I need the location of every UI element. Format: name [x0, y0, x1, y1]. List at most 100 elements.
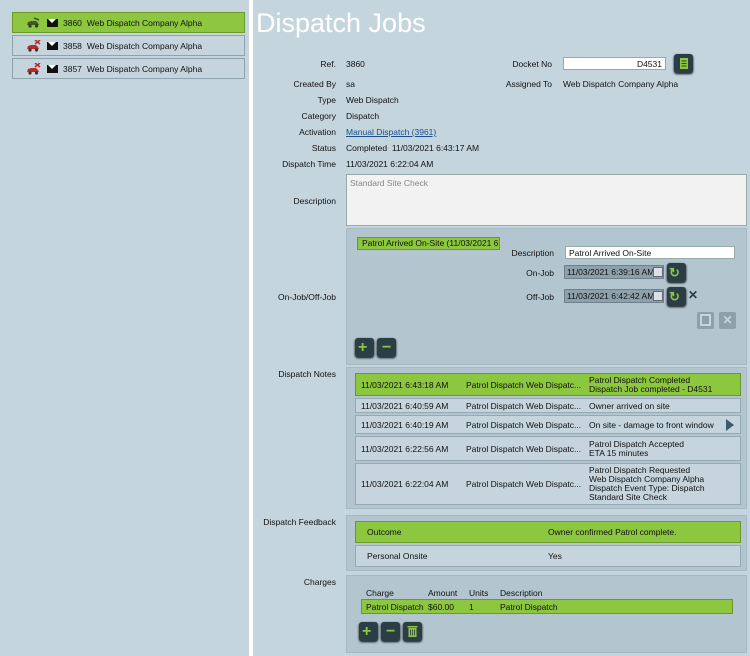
job-list-item[interactable]: 3857 Web Dispatch Company Alpha [12, 58, 245, 79]
charge-units: 1 [469, 602, 474, 612]
charges-header-amount: Amount [428, 588, 458, 598]
offjob-label: Off-Job [526, 292, 554, 302]
job-name: Web Dispatch Company Alpha [86, 63, 203, 74]
dispatch-time-label: Dispatch Time [282, 159, 336, 169]
envelope-icon [47, 41, 58, 50]
job-name: Web Dispatch Company Alpha [86, 17, 203, 28]
trash-icon [407, 626, 418, 637]
type-value: Web Dispatch [346, 95, 399, 105]
note-row[interactable]: 11/03/2021 6:40:19 AM Patrol Dispatch We… [355, 415, 741, 434]
envelope-icon [47, 18, 58, 27]
job-number: 3860 [63, 17, 82, 28]
docket-label: Docket No [512, 59, 552, 69]
description-textarea[interactable]: Standard Site Check [346, 174, 747, 226]
envelope-icon [47, 64, 58, 73]
type-label: Type [317, 95, 336, 105]
on-off-job-item[interactable]: Patrol Arrived On-Site (11/03/2021 6 [357, 237, 500, 250]
feedback-value: Owner confirmed Patrol complete. [548, 527, 677, 537]
note-row[interactable]: 11/03/2021 6:22:56 AM Patrol Dispatch We… [355, 436, 741, 461]
car-cancelled-icon [25, 38, 41, 52]
job-number: 3857 [63, 63, 82, 74]
charges-header-description: Description [500, 588, 543, 598]
note-text: ETA 15 minutes [589, 448, 649, 458]
dispatch-notes-label: Dispatch Notes [278, 369, 336, 379]
charges-panel [346, 575, 747, 653]
note-row[interactable]: 11/03/2021 6:43:18 AM Patrol Dispatch We… [355, 373, 741, 396]
clear-icon[interactable]: ✕ [688, 288, 698, 302]
onjob-label: On-Job [526, 268, 554, 278]
add-button[interactable]: + [355, 338, 374, 357]
car-cancelled-icon [25, 61, 41, 75]
delete-charge-button[interactable] [403, 622, 422, 641]
onjob-datetime-field[interactable]: 11/03/2021 6:39:16 AM [564, 265, 664, 279]
ref-label: Ref. [320, 59, 336, 69]
activation-link[interactable]: Manual Dispatch (3961) [346, 127, 436, 137]
onjob-description-field[interactable]: Patrol Arrived On-Site [565, 246, 735, 259]
expand-arrow-icon[interactable] [726, 419, 734, 431]
plus-icon: + [358, 339, 368, 356]
description-label: Description [293, 196, 336, 206]
car-icon [25, 16, 41, 29]
on-off-job-label: On-Job/Off-Job [278, 292, 336, 302]
note-author: Patrol Dispatch Web Dispatc... [466, 444, 582, 454]
document-icon [680, 58, 688, 69]
job-list: 3860 Web Dispatch Company Alpha 3858 Web… [0, 0, 249, 656]
feedback-key: Outcome [367, 527, 402, 537]
docket-document-button[interactable] [674, 54, 693, 73]
save-icon [700, 314, 711, 326]
note-time: 11/03/2021 6:22:04 AM [361, 479, 449, 489]
job-list-item[interactable]: 3860 Web Dispatch Company Alpha [12, 12, 245, 33]
status-label: Status [311, 143, 336, 153]
note-author: Patrol Dispatch Web Dispatc... [466, 380, 582, 390]
minus-icon: − [386, 623, 396, 640]
note-text: Dispatch Job completed - D4531 [589, 384, 713, 394]
note-time: 11/03/2021 6:40:59 AM [361, 401, 449, 411]
note-time: 11/03/2021 6:40:19 AM [361, 420, 449, 430]
note-author: Patrol Dispatch Web Dispatc... [466, 479, 582, 489]
clock-arrow-icon: ↻ [669, 265, 680, 280]
docket-field[interactable]: D4531 [563, 57, 666, 70]
note-time: 11/03/2021 6:43:18 AM [361, 380, 449, 390]
save-disabled-button[interactable] [697, 312, 714, 329]
note-row[interactable]: 11/03/2021 6:22:04 AM Patrol Dispatch We… [355, 463, 741, 505]
job-list-item[interactable]: 3858 Web Dispatch Company Alpha [12, 35, 245, 56]
charges-header-units: Units [469, 588, 489, 598]
charge-row[interactable]: Patrol Dispatch $60.00 1 Patrol Dispatch [361, 599, 733, 614]
assigned-to-value: Web Dispatch Company Alpha [563, 79, 679, 89]
dispatch-time-value: 11/03/2021 6:22:04 AM [346, 159, 434, 169]
job-number: 3858 [63, 40, 82, 51]
status-value: Completed 11/03/2021 6:43:17 AM [346, 143, 480, 153]
offjob-datetime-field[interactable]: 11/03/2021 6:42:42 AM [564, 289, 664, 303]
note-author: Patrol Dispatch Web Dispatc... [466, 420, 582, 430]
remove-button[interactable]: − [377, 338, 396, 357]
charge-name: Patrol Dispatch [366, 602, 424, 612]
note-text: Standard Site Check [589, 492, 667, 502]
set-now-button[interactable]: ↻ [667, 287, 686, 306]
add-charge-button[interactable]: + [359, 622, 378, 641]
created-by-label: Created By [293, 79, 336, 89]
remove-charge-button[interactable]: − [381, 622, 400, 641]
calendar-icon[interactable] [653, 267, 663, 277]
assigned-to-label: Assigned To [505, 79, 552, 89]
note-text: On site - damage to front window [589, 420, 714, 430]
feedback-row[interactable]: Personal Onsite Yes [355, 545, 741, 567]
feedback-row[interactable]: Outcome Owner confirmed Patrol complete. [355, 521, 741, 543]
set-now-button[interactable]: ↻ [667, 263, 686, 282]
note-time: 11/03/2021 6:22:56 AM [361, 444, 449, 454]
minus-icon: − [382, 339, 392, 356]
page-title: Dispatch Jobs [256, 8, 426, 38]
note-text: Owner arrived on site [589, 401, 670, 411]
category-label: Category [301, 111, 337, 121]
feedback-value: Yes [548, 551, 562, 561]
note-author: Patrol Dispatch Web Dispatc... [466, 401, 582, 411]
cancel-disabled-button[interactable]: ✕ [719, 312, 736, 329]
onjob-description-label: Description [511, 248, 554, 258]
created-by-value: sa [346, 79, 355, 89]
feedback-key: Personal Onsite [367, 551, 428, 561]
charge-amount: $60.00 [428, 602, 454, 612]
calendar-icon[interactable] [653, 291, 663, 301]
category-value: Dispatch [346, 111, 380, 121]
note-row[interactable]: 11/03/2021 6:40:59 AM Patrol Dispatch We… [355, 398, 741, 413]
ref-value: 3860 [346, 59, 365, 69]
job-name: Web Dispatch Company Alpha [86, 40, 203, 51]
